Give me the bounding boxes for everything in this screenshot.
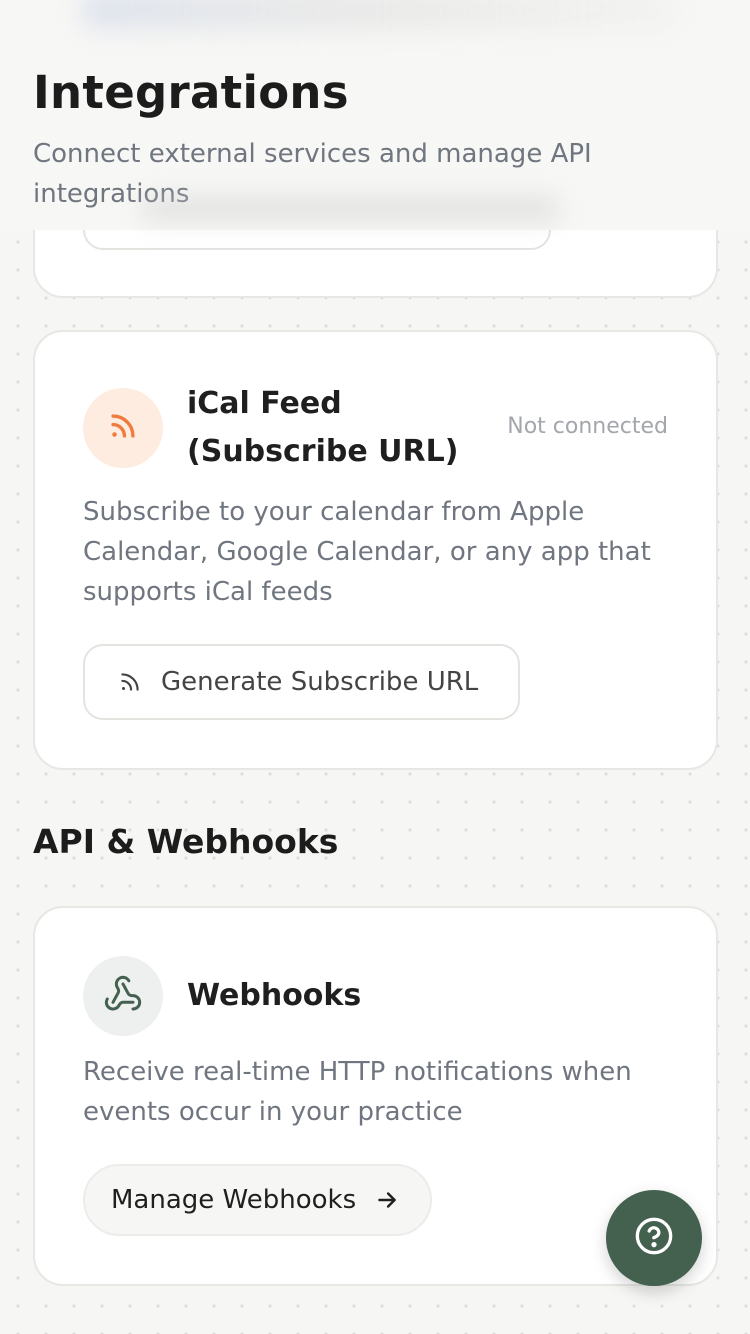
webhooks-description: Receive real-time HTTP notifications whe… xyxy=(83,1057,632,1127)
rss-icon xyxy=(106,409,140,447)
ical-feed-title: iCal Feed (Subscribe URL) xyxy=(187,386,459,469)
api-webhooks-heading: API & Webhooks xyxy=(33,822,339,861)
page-title: Integrations xyxy=(33,66,349,119)
webhook-icon xyxy=(103,974,143,1018)
manage-webhooks-button[interactable]: Manage Webhooks xyxy=(83,1164,432,1236)
webhooks-icon-badge xyxy=(83,956,163,1036)
help-circle-icon xyxy=(634,1216,674,1260)
help-button[interactable] xyxy=(606,1190,702,1286)
generate-subscribe-url-button[interactable]: Generate Subscribe URL xyxy=(83,644,520,720)
header-blur xyxy=(80,0,680,30)
webhooks-title: Webhooks xyxy=(187,978,362,1013)
ical-status-badge: Not connected xyxy=(507,414,668,439)
page-header: Integrations Connect external services a… xyxy=(0,0,750,230)
manage-webhooks-label: Manage Webhooks xyxy=(111,1185,357,1215)
header-blur-bottom xyxy=(140,196,560,222)
ical-feed-card: iCal Feed (Subscribe URL) Not connected … xyxy=(33,330,718,770)
generate-subscribe-url-label: Generate Subscribe URL xyxy=(161,667,479,697)
ical-feed-description: Subscribe to your calendar from Apple Ca… xyxy=(83,497,651,607)
arrow-right-icon xyxy=(374,1187,400,1213)
ical-icon-badge xyxy=(83,388,163,468)
rss-icon xyxy=(117,669,143,695)
